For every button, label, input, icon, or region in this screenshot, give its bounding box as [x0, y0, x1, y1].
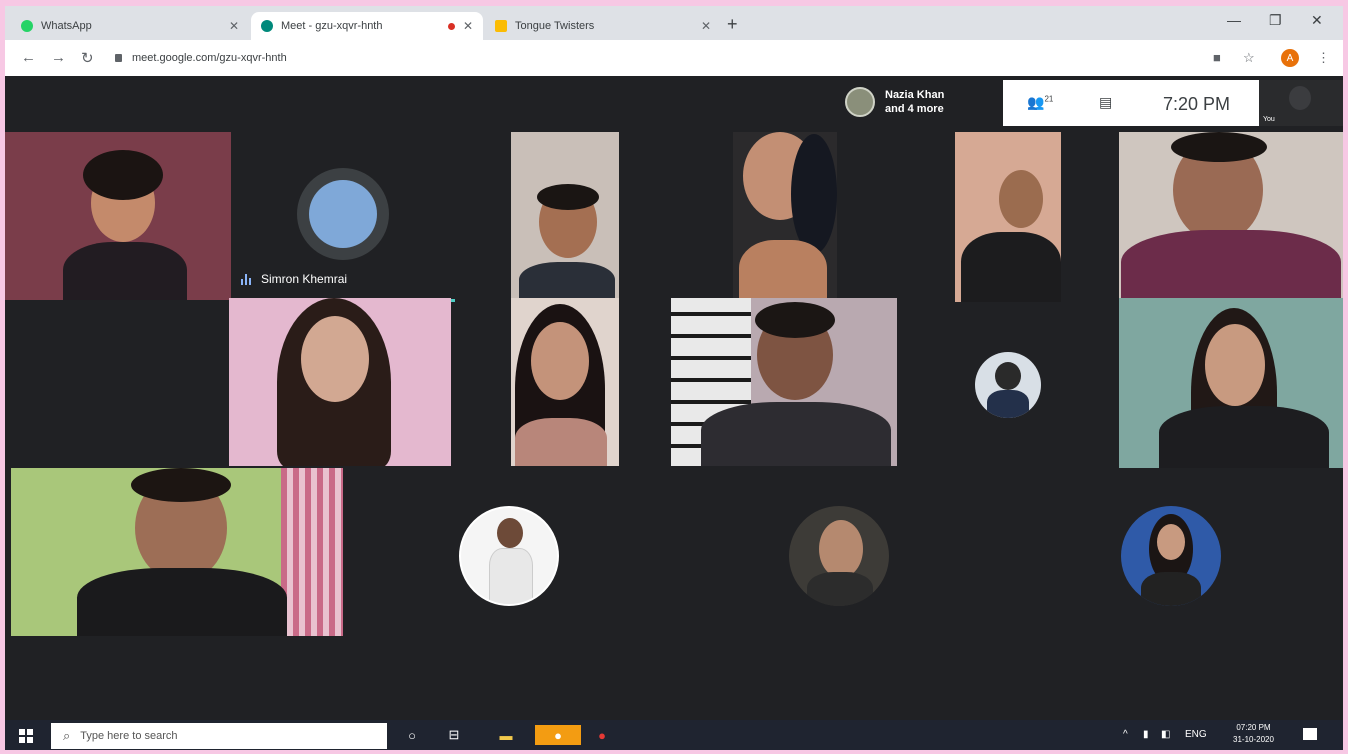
- tab-strip: WhatsApp ✕ Meet - gzu-xqvr-hnth ✕ Tongue…: [5, 6, 1343, 40]
- network-icon[interactable]: ▮: [1143, 729, 1149, 740]
- participant-face: [1205, 324, 1265, 406]
- app-taskbar-icon[interactable]: ●: [591, 725, 613, 745]
- address-bar[interactable]: meet.google.com/gzu-xqvr-hnth: [115, 46, 1195, 70]
- recording-icon: [447, 22, 455, 30]
- windows-taskbar: ⌕ Type here to search ○ ⊟ ▬ ● ● ^ ▮ ◧ EN…: [5, 720, 1343, 750]
- taskbar-clock[interactable]: 07:20 PM 31-10-2020: [1233, 722, 1274, 746]
- participant-body: [77, 568, 287, 636]
- participant-hair: [537, 184, 599, 210]
- participant-hand: [739, 240, 827, 300]
- forward-icon[interactable]: →: [51, 49, 66, 66]
- video-tile[interactable]: [955, 132, 1061, 302]
- close-icon[interactable]: ✕: [701, 19, 711, 33]
- tab-whatsapp[interactable]: WhatsApp ✕: [11, 12, 249, 40]
- lock-icon: [115, 54, 122, 62]
- meeting-clock: 7:20 PM: [1163, 94, 1231, 114]
- file-explorer-icon[interactable]: ▬: [495, 725, 517, 745]
- avatar[interactable]: [789, 506, 889, 606]
- whatsapp-icon: [21, 20, 33, 32]
- profile-avatar[interactable]: A: [1281, 49, 1299, 67]
- participant-hair: [83, 150, 163, 200]
- browser-toolbar: ← → ↻ meet.google.com/gzu-xqvr-hnth ■ ☆ …: [5, 40, 1343, 77]
- presenter-indicator[interactable]: Nazia Khan and 4 more: [839, 80, 999, 124]
- participant-body: [1159, 406, 1329, 468]
- minimize-icon[interactable]: —: [1227, 12, 1241, 28]
- camera-icon[interactable]: ■: [1213, 50, 1221, 65]
- participant-body: [63, 242, 187, 300]
- participant-face: [301, 316, 369, 402]
- participant-body: [1121, 230, 1341, 300]
- page-icon: [495, 20, 507, 32]
- tab-label: Meet - gzu-xqvr-hnth: [281, 20, 383, 32]
- self-head: [1289, 86, 1311, 110]
- people-icon[interactable]: 👥21: [1027, 94, 1053, 111]
- close-icon[interactable]: ✕: [463, 19, 473, 33]
- reload-icon[interactable]: ↻: [81, 49, 94, 67]
- close-window-icon[interactable]: ✕: [1311, 12, 1323, 29]
- video-tile[interactable]: [1119, 132, 1343, 300]
- taskbar-time: 07:20 PM: [1236, 723, 1271, 732]
- video-tile[interactable]: [733, 132, 837, 300]
- search-placeholder: Type here to search: [80, 730, 178, 742]
- avatar[interactable]: [459, 506, 559, 606]
- audio-icon: [241, 273, 253, 285]
- avatar[interactable]: [1121, 506, 1221, 606]
- language-indicator[interactable]: ENG: [1185, 729, 1207, 740]
- cortana-icon[interactable]: ○: [401, 725, 423, 745]
- video-tile[interactable]: [11, 468, 343, 636]
- task-view-icon[interactable]: ⊟: [443, 725, 465, 745]
- participant-body: [961, 232, 1061, 302]
- video-tile[interactable]: [5, 132, 231, 300]
- participant-hair: [755, 302, 835, 338]
- back-icon[interactable]: ←: [21, 49, 36, 66]
- notification-icon[interactable]: [1303, 728, 1317, 740]
- video-tile[interactable]: [511, 298, 619, 466]
- participant-head: [999, 170, 1043, 228]
- participant-body: [701, 402, 891, 466]
- windows-start-icon[interactable]: [19, 729, 33, 743]
- volume-icon[interactable]: ◧: [1161, 729, 1170, 740]
- tab-label: WhatsApp: [41, 20, 92, 32]
- close-icon[interactable]: ✕: [229, 19, 239, 33]
- self-view[interactable]: You: [1259, 80, 1343, 126]
- participant-name: Simron Khemrai: [261, 272, 348, 286]
- participant-body: [515, 418, 607, 466]
- presenter-name: Nazia Khan: [885, 89, 945, 101]
- star-icon[interactable]: ☆: [1243, 50, 1255, 66]
- screen: WhatsApp ✕ Meet - gzu-xqvr-hnth ✕ Tongue…: [5, 6, 1343, 750]
- meet-grid: Nazia Khan and 4 more 👥21 ▤ 7:20 PM You: [5, 76, 1343, 720]
- video-tile[interactable]: [229, 298, 451, 466]
- video-tile[interactable]: [511, 132, 619, 300]
- participants-count: 21: [1044, 94, 1054, 104]
- avatar: [845, 87, 875, 117]
- new-tab-button[interactable]: +: [727, 14, 738, 35]
- participant-body: [519, 262, 615, 300]
- participant-face: [531, 322, 589, 400]
- video-tile[interactable]: [671, 298, 897, 466]
- self-label: You: [1263, 116, 1275, 123]
- avatar: [297, 168, 389, 260]
- meet-top-bar: 👥21 ▤ 7:20 PM: [1003, 80, 1259, 126]
- tab-label: Tongue Twisters: [515, 20, 595, 32]
- participant-hair: [131, 468, 231, 502]
- presenter-more: and 4 more: [885, 103, 944, 115]
- video-tile[interactable]: [1119, 298, 1343, 468]
- search-icon: ⌕: [63, 728, 71, 743]
- avatar[interactable]: [975, 352, 1041, 418]
- meet-icon: [261, 20, 273, 32]
- participant-hair: [1171, 132, 1267, 162]
- url-text: meet.google.com/gzu-xqvr-hnth: [132, 52, 287, 64]
- menu-icon[interactable]: ⋮: [1317, 50, 1330, 66]
- taskbar-search[interactable]: ⌕ Type here to search: [51, 723, 387, 749]
- participant-hair: [791, 134, 837, 254]
- chrome-taskbar-icon[interactable]: ●: [535, 725, 581, 745]
- maximize-icon[interactable]: ❐: [1269, 12, 1282, 29]
- participant-name-tag: Simron Khemrai: [241, 272, 347, 286]
- curtain: [281, 468, 343, 636]
- taskbar-date: 31-10-2020: [1233, 735, 1274, 744]
- chat-icon[interactable]: ▤: [1099, 94, 1112, 111]
- tab-meet[interactable]: Meet - gzu-xqvr-hnth ✕: [251, 12, 483, 40]
- tab-tongue-twisters[interactable]: Tongue Twisters ✕: [485, 12, 721, 40]
- tray-chevron-icon[interactable]: ^: [1123, 729, 1128, 740]
